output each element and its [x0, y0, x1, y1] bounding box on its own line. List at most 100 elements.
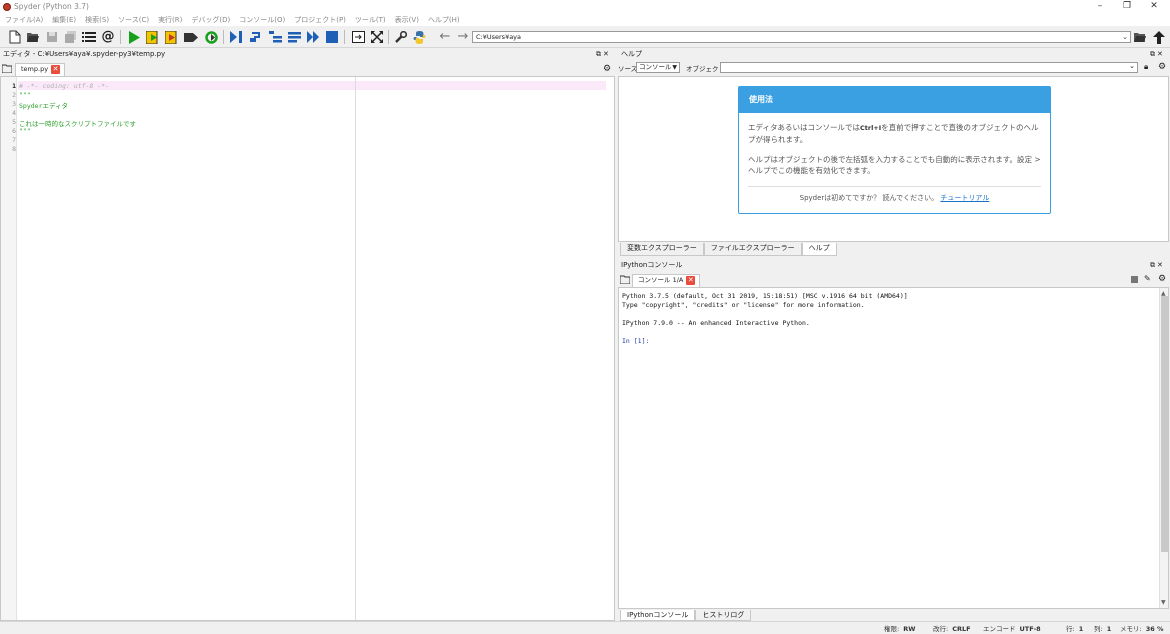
- run-icon[interactable]: [126, 29, 142, 45]
- source-select[interactable]: コンソール ▼: [636, 62, 680, 73]
- scrollbar-thumb[interactable]: [1161, 296, 1168, 552]
- run-cell-advance-icon[interactable]: [164, 29, 180, 45]
- step-return-icon[interactable]: [286, 29, 302, 45]
- minimize-button[interactable]: –: [1086, 0, 1114, 14]
- menu-file[interactable]: ファイル(A): [5, 14, 43, 26]
- tab-help[interactable]: ヘルプ: [801, 243, 837, 256]
- editor-pane-title: エディタ - C:¥Users¥aya¥.spyder-py3¥temp.py: [3, 50, 166, 58]
- help-options-gear-icon[interactable]: ⚙: [1158, 62, 1166, 72]
- run-selection-icon[interactable]: [183, 29, 199, 45]
- stop-kernel-icon[interactable]: [1131, 276, 1138, 283]
- object-combobox[interactable]: ⌄: [720, 62, 1138, 73]
- editor-tab-temp-py[interactable]: temp.py ✕: [15, 63, 66, 76]
- status-column: 列: 1: [1094, 625, 1112, 633]
- tab-history-log[interactable]: ヒストリログ: [695, 610, 752, 621]
- tab-variable-explorer[interactable]: 変数エクスプローラー: [620, 243, 704, 256]
- python-path-icon[interactable]: [411, 29, 427, 45]
- line-number: 7: [12, 136, 16, 144]
- code-editor[interactable]: 1 # -*- coding: utf-8 -*- 2 """ 3 Spyderエディタ 4…: [0, 76, 615, 621]
- menu-source[interactable]: ソース(C): [118, 14, 149, 26]
- stop-debug-icon[interactable]: [324, 29, 340, 45]
- console-tab[interactable]: コンソール 1/A ✕: [632, 274, 701, 287]
- browse-console-tabs-icon[interactable]: [619, 275, 631, 286]
- dropdown-arrow-icon: ▼: [672, 64, 677, 71]
- continue-icon[interactable]: [305, 29, 321, 45]
- code-line: Spyderエディタ: [19, 102, 69, 110]
- status-memory: メモリ: 36 %: [1120, 625, 1164, 633]
- line-number: 6: [12, 127, 16, 135]
- editor-pane-header: エディタ - C:¥Users¥aya¥.spyder-py3¥temp.py: [0, 49, 615, 60]
- tab-ipython-console[interactable]: IPythonコンソール: [620, 610, 696, 621]
- working-directory-combobox[interactable]: C:¥Users¥aya ⌄: [472, 31, 1131, 43]
- close-window-button[interactable]: ✕: [1140, 0, 1168, 14]
- undock-icon[interactable]: ⧉: [596, 50, 603, 58]
- maximize-pane-icon[interactable]: [350, 29, 366, 45]
- menu-projects[interactable]: プロジェクト(P): [294, 14, 346, 26]
- menu-edit[interactable]: 編集(E): [52, 14, 76, 26]
- clear-console-icon[interactable]: ✎: [1144, 274, 1151, 283]
- file-list-icon[interactable]: [81, 29, 97, 45]
- save-all-icon[interactable]: [62, 29, 78, 45]
- ipython-console[interactable]: Python 3.7.5 (default, Oct 31 2019, 15:1…: [618, 287, 1169, 609]
- menu-view[interactable]: 表示(V): [395, 14, 419, 26]
- lock-icon[interactable]: 🔒︎: [1144, 62, 1148, 72]
- title-bar: Spyder (Python 3.7) – ❐ ✕: [0, 0, 1170, 14]
- console-line: Python 3.7.5 (default, Oct 31 2019, 15:1…: [622, 292, 908, 300]
- menu-search[interactable]: 検索(S): [85, 14, 109, 26]
- step-into-icon[interactable]: [267, 29, 283, 45]
- new-file-icon[interactable]: [7, 29, 23, 45]
- help-content: 使用法 エディタあるいはコンソールではCtrl+Iを直前で押すことで直後のオブジ…: [618, 76, 1169, 242]
- browse-tabs-icon[interactable]: [1, 64, 13, 76]
- undock-icon[interactable]: ⧉: [1150, 50, 1157, 58]
- email-at-icon[interactable]: @: [100, 29, 116, 45]
- line-number: 8: [12, 145, 16, 153]
- tab-file-explorer[interactable]: ファイルエクスプローラー: [703, 243, 802, 256]
- debug-icon[interactable]: [228, 29, 244, 45]
- usage-paragraph-2: ヘルプはオブジェクトの後で左括弧を入力することでも自動的に表示されます。設定 >…: [748, 155, 1041, 175]
- toolbar-separator: [120, 30, 121, 44]
- close-tab-icon[interactable]: ✕: [686, 275, 696, 285]
- usage-card-footer: Spyderは初めてですか？ 読んでください。 チュートリアル: [748, 186, 1041, 203]
- menu-consoles[interactable]: コンソール(O): [239, 14, 285, 26]
- console-options-gear-icon[interactable]: ⚙: [1158, 274, 1166, 284]
- open-folder-icon[interactable]: [25, 29, 41, 45]
- save-icon[interactable]: [44, 29, 60, 45]
- back-arrow-icon[interactable]: ←: [437, 29, 453, 45]
- usage-card-title: 使用法: [739, 87, 1050, 113]
- scroll-down-icon[interactable]: ▼: [1161, 599, 1166, 606]
- preferences-wrench-icon[interactable]: [392, 29, 408, 45]
- console-pane-title: IPythonコンソール: [621, 261, 683, 269]
- tutorial-link[interactable]: チュートリアル: [940, 194, 989, 202]
- browse-folder-icon[interactable]: [1132, 29, 1148, 45]
- step-icon[interactable]: [248, 29, 264, 45]
- console-scrollbar[interactable]: ▲ ▼: [1159, 288, 1168, 608]
- fullscreen-icon[interactable]: [369, 29, 385, 45]
- chevron-down-icon[interactable]: ⌄: [1129, 62, 1135, 70]
- menu-run[interactable]: 実行(R): [158, 14, 182, 26]
- editor-tab-bar: [0, 61, 615, 76]
- chevron-down-icon[interactable]: ⌄: [1122, 32, 1128, 42]
- undock-icon[interactable]: ⧉: [1150, 261, 1157, 269]
- status-eol: 改行: CRLF: [933, 625, 971, 633]
- menu-tools[interactable]: ツール(T): [355, 14, 386, 26]
- menu-debug[interactable]: デバッグ(D): [191, 14, 230, 26]
- edge-line: [355, 77, 356, 620]
- close-pane-icon[interactable]: ✕: [1157, 261, 1165, 269]
- close-pane-icon[interactable]: ✕: [1157, 50, 1165, 58]
- menu-help[interactable]: ヘルプ(H): [428, 14, 460, 26]
- close-pane-icon[interactable]: ✕: [603, 50, 611, 58]
- help-pane-buttons: ⧉✕: [1150, 49, 1165, 60]
- working-directory-value: C:¥Users¥aya: [476, 33, 522, 41]
- restore-button[interactable]: ❐: [1113, 0, 1141, 14]
- source-label: ソース: [618, 65, 638, 73]
- source-select-value: コンソール: [639, 63, 672, 71]
- close-tab-icon[interactable]: ✕: [51, 64, 61, 74]
- rerun-icon[interactable]: [203, 29, 219, 45]
- forward-arrow-icon[interactable]: →: [455, 29, 471, 45]
- console-tab-bar: [618, 272, 1169, 287]
- run-cell-icon[interactable]: [145, 29, 161, 45]
- editor-options-gear-icon[interactable]: ⚙: [603, 64, 611, 74]
- help-pane-title: ヘルプ: [621, 50, 642, 58]
- parent-directory-icon[interactable]: [1151, 29, 1167, 45]
- status-encoding: エンコード UTF-8: [983, 625, 1041, 633]
